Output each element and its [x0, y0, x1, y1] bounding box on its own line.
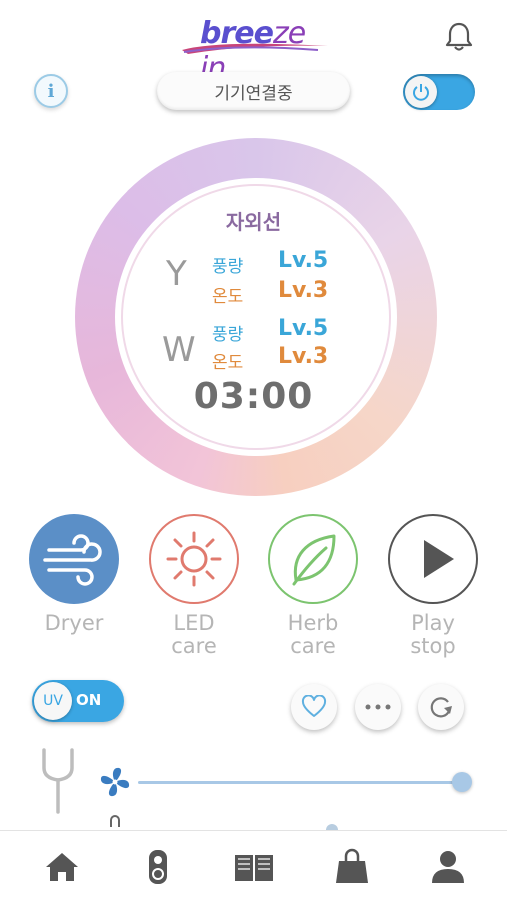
fan-icon	[97, 764, 133, 800]
uv-toggle-knob: UV	[34, 682, 72, 720]
refresh-icon	[430, 697, 452, 718]
power-knob	[405, 76, 437, 108]
leaf-icon	[292, 534, 336, 586]
channel-w-fan-level: Lv.5	[278, 316, 329, 341]
home-icon[interactable]	[42, 847, 82, 887]
more-button[interactable]	[355, 684, 401, 730]
mode-title: 자외선	[225, 210, 282, 234]
bell-icon[interactable]	[442, 20, 476, 54]
channel-letter-w: W	[162, 330, 196, 370]
play-icon	[424, 540, 454, 578]
info-button[interactable]: i	[34, 74, 68, 108]
uv-toggle-state: ON	[76, 691, 102, 709]
led-care-button[interactable]	[149, 514, 239, 604]
play-stop-label: Play stop	[410, 611, 456, 658]
channel-w-temp-level: Lv.3	[278, 344, 329, 369]
connection-status-pill[interactable]: 기기연결중	[157, 72, 350, 110]
bottom-nav	[0, 830, 507, 900]
channel-w-fan-label: 풍량	[212, 325, 244, 345]
logo-swoosh-icon	[182, 43, 328, 54]
uv-toggle[interactable]: UV ON	[32, 680, 124, 722]
dryer-label: Dryer	[44, 611, 104, 635]
fan-speed-track[interactable]	[138, 781, 464, 784]
info-icon: i	[47, 80, 55, 102]
connection-status-text: 기기연결중	[214, 83, 293, 104]
herb-care-button[interactable]	[268, 514, 358, 604]
wind-icon	[43, 534, 102, 586]
timer-display: 03:00	[193, 376, 314, 417]
sun-icon	[166, 531, 222, 587]
channel-y-temp-label: 온도	[212, 287, 244, 307]
power-icon	[413, 84, 429, 101]
fan-speed-thumb[interactable]	[452, 772, 472, 792]
channel-w-temp-label: 온도	[212, 353, 244, 373]
led-care-label: LED care	[171, 611, 217, 658]
temperature-icon	[110, 815, 120, 827]
power-toggle[interactable]	[403, 74, 475, 110]
channel-letter-y: Y	[166, 254, 187, 294]
herb-care-label: Herb care	[287, 611, 339, 658]
dryer-button[interactable]	[29, 514, 119, 604]
nozzle-icon	[40, 748, 76, 814]
remote-icon[interactable]	[138, 847, 178, 887]
user-icon[interactable]	[428, 847, 468, 887]
favorite-button[interactable]	[291, 684, 337, 730]
channel-y-fan-label: 풍량	[212, 257, 244, 277]
refresh-button[interactable]	[418, 684, 464, 730]
book-icon[interactable]	[233, 847, 273, 887]
play-stop-button[interactable]	[388, 514, 478, 604]
channel-y-fan-level: Lv.5	[278, 248, 329, 273]
more-icon	[365, 704, 391, 710]
status-gauge-ring	[75, 138, 437, 496]
channel-y-temp-level: Lv.3	[278, 278, 329, 303]
heart-icon	[301, 695, 327, 717]
bag-icon[interactable]	[332, 847, 372, 887]
brand-logo: breeze in	[178, 14, 338, 86]
